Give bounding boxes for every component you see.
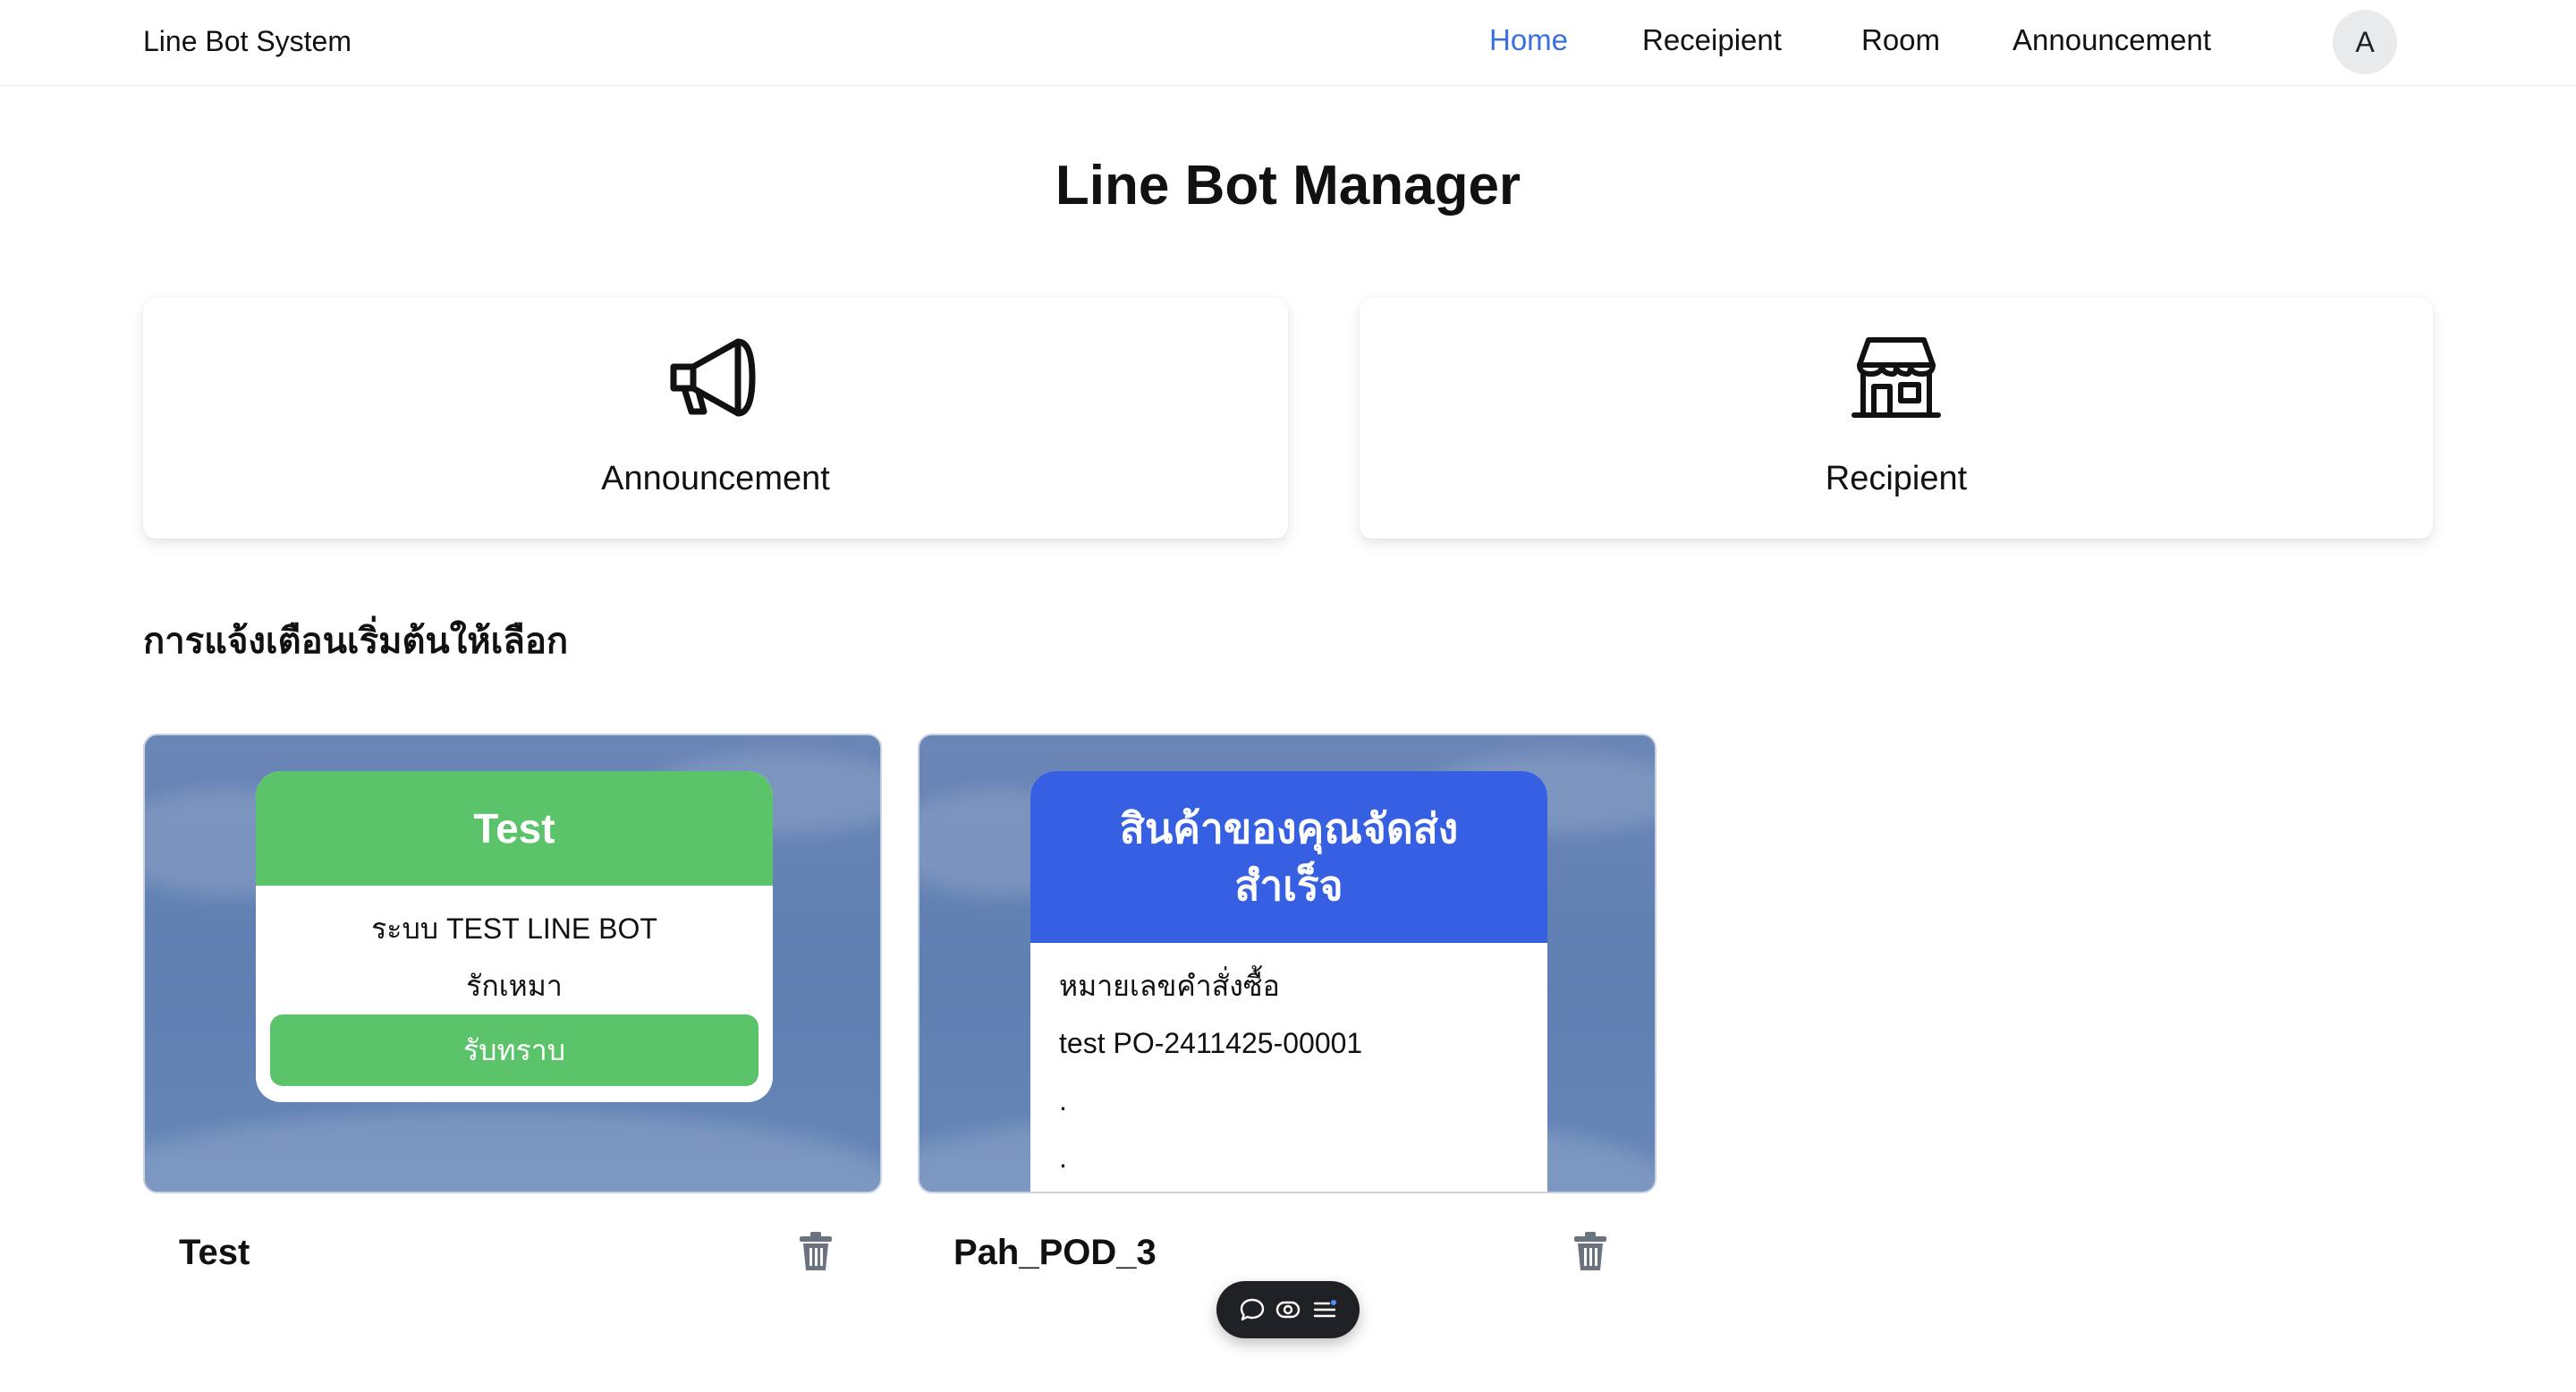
top-navbar: Line Bot System Home Receipient Room Ann… [0,0,2576,86]
acknowledge-button[interactable]: รับทราบ [270,1014,758,1086]
brand-title[interactable]: Line Bot System [143,25,352,58]
user-avatar[interactable]: A [2333,10,2397,74]
template-preview-pah-pod-3[interactable]: สินค้าของคุณจัดส่งสำเร็จ หมายเลขคำสั่งซื… [918,734,1657,1193]
storefront-icon [1852,337,1941,418]
bubble-line: รักเหมา [466,970,563,1002]
announcement-card[interactable]: Announcement [143,297,1288,539]
page-title: Line Bot Manager [1055,155,1521,216]
list-icon[interactable] [1311,1296,1338,1323]
app-root: Line Bot System Home Receipient Room Ann… [0,0,2576,1392]
bubble-header: สินค้าของคุณจัดส่งสำเร็จ [1030,771,1547,943]
bubble-line: . [1059,1142,1067,1174]
cloud-decor [145,1111,880,1192]
bubble-body: ระบบ TEST LINE BOT รักเหมา [256,886,773,1014]
bubble-header: Test [256,771,773,886]
template-preview-test[interactable]: Test ระบบ TEST LINE BOT รักเหมา รับทราบ [143,734,882,1193]
bubble-line: test PO-2411425-00001 [1059,1027,1363,1059]
nav-link-room[interactable]: Room [1861,23,1940,57]
template-name: Pah_POD_3 [953,1233,1157,1272]
comment-icon[interactable] [1239,1296,1266,1323]
nav-link-announcement[interactable]: Announcement [2012,23,2211,57]
bubble-body: หมายเลขคำสั่งซื้อ test PO-2411425-00001 … [1030,943,1547,1186]
recipient-card-label: Recipient [1825,460,1968,497]
bubble-line: หมายเลขคำสั่งซื้อ [1059,970,1280,1002]
default-notifications-heading: การแจ้งเตือนเริ่มต้นให้เลือก [143,622,569,661]
eye-icon[interactable] [1275,1296,1301,1323]
megaphone-icon [670,338,756,417]
bubble-line: . [1059,1084,1067,1116]
recipient-card[interactable]: Recipient [1360,297,2433,539]
trash-icon[interactable] [798,1231,834,1272]
message-bubble: Test ระบบ TEST LINE BOT รักเหมา รับทราบ [256,771,773,1102]
nav-link-recipient[interactable]: Receipient [1642,23,1782,57]
bubble-line: ระบบ TEST LINE BOT [371,912,657,945]
trash-icon[interactable] [1572,1231,1608,1272]
nav-link-home[interactable]: Home [1489,23,1568,57]
template-name: Test [179,1233,250,1272]
message-bubble: สินค้าของคุณจัดส่งสำเร็จ หมายเลขคำสั่งซื… [1030,771,1547,1192]
announcement-card-label: Announcement [601,460,830,497]
floating-toolbar [1216,1281,1360,1338]
